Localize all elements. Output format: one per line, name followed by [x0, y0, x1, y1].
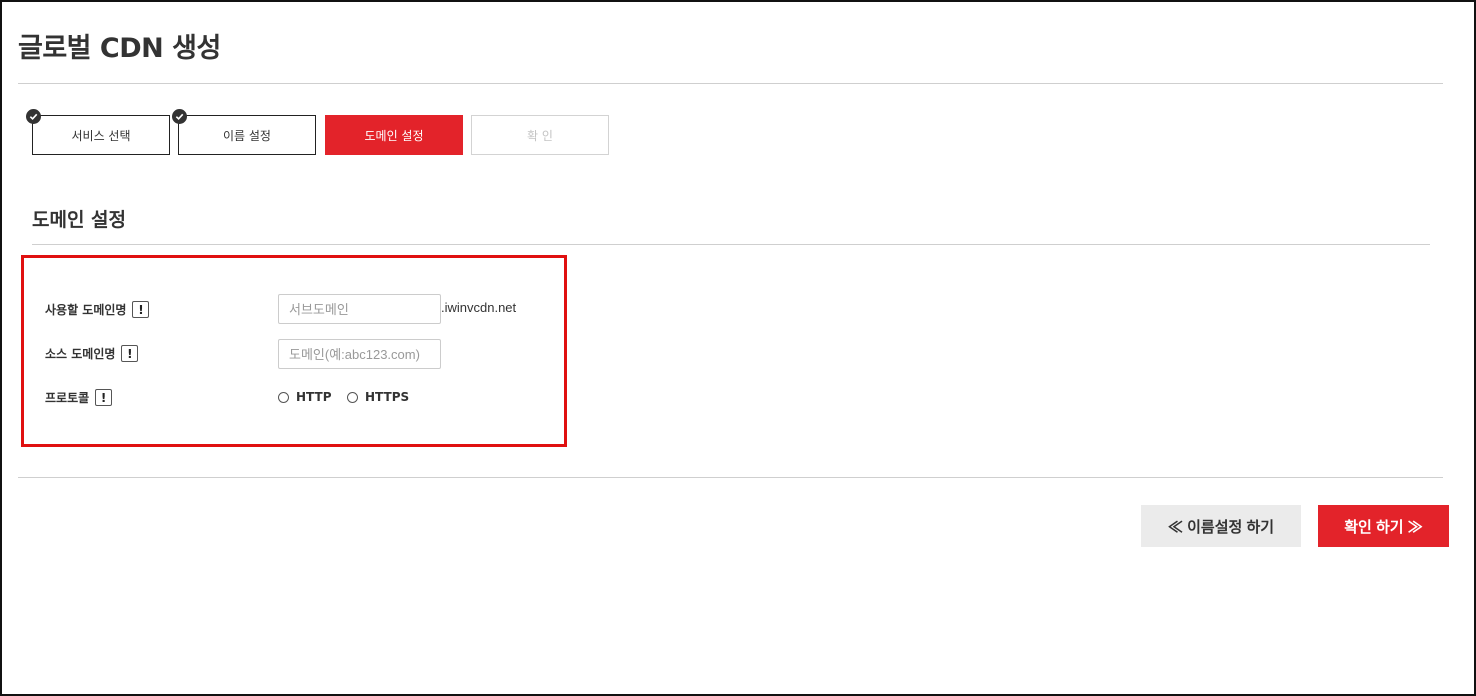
source-domain-label-text: 소스 도메인명 [45, 347, 116, 361]
domain-name-label-text: 사용할 도메인명 [45, 303, 127, 317]
radio-circle[interactable] [278, 391, 289, 403]
confirm-button[interactable]: 확인 하기 ≫ [1318, 505, 1449, 547]
source-domain-label: 소스 도메인명 ! [45, 345, 139, 362]
page-title: 글로벌 CDN 생성 [18, 33, 221, 64]
section-title: 도메인 설정 [32, 209, 127, 231]
section-divider [32, 244, 1430, 245]
step-label: 이름 설정 [223, 128, 271, 143]
step-label: 도메인 설정 [364, 128, 424, 143]
footer-divider [18, 477, 1443, 478]
protocol-label-text: 프로토콜 [45, 391, 90, 405]
check-circle-icon [172, 109, 187, 124]
protocol-label: 프로토콜 ! [45, 389, 113, 406]
domain-name-label: 사용할 도메인명 ! [45, 301, 150, 318]
radio-https-label: HTTPS [365, 390, 410, 404]
step-confirm: 확 인 [471, 115, 609, 155]
step-label: 서비스 선택 [71, 128, 131, 143]
radio-http-label: HTTP [296, 390, 332, 404]
prev-name-setting-button[interactable]: ≪ 이름설정 하기 [1141, 505, 1301, 547]
radio-http[interactable]: HTTP [278, 390, 331, 404]
domain-suffix: .iwinvcdn.net [441, 300, 517, 315]
step-domain-setting[interactable]: 도메인 설정 [325, 115, 463, 155]
check-circle-icon [26, 109, 41, 124]
step-service-select[interactable]: 서비스 선택 [26, 109, 170, 155]
subdomain-input[interactable] [278, 294, 441, 324]
info-icon[interactable]: ! [95, 389, 113, 406]
source-domain-input[interactable] [278, 339, 441, 369]
title-divider [18, 83, 1443, 84]
info-icon[interactable]: ! [121, 345, 139, 362]
info-icon[interactable]: ! [132, 301, 150, 318]
radio-https[interactable]: HTTPS [347, 390, 409, 404]
step-label: 확 인 [527, 128, 553, 143]
radio-circle[interactable] [347, 391, 358, 403]
step-name-setting[interactable]: 이름 설정 [172, 109, 316, 155]
